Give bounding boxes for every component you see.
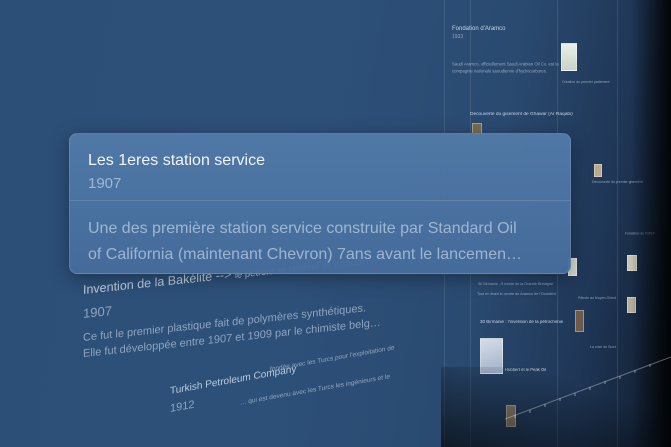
popup-description-line-2: of California (maintenant Chevron) 7ans … (88, 246, 523, 263)
bg-event-text: Saudi Aramco, officiellement Saudi Arabi… (452, 62, 559, 68)
turkish-petroleum-card[interactable]: Turkish Petroleum Company 1912 fondée av… (170, 344, 394, 415)
bg-event-title[interactable]: Fondation d'Aramco (452, 26, 506, 32)
timeline-axis[interactable] (505, 327, 671, 447)
bg-event-text: Pétrole au Moyen-Orient (578, 296, 617, 301)
bg-event-title[interactable]: 40 Birmanie - Il existe de la Grande Bre… (478, 282, 553, 287)
popup-description: Une des première station service constru… (88, 216, 558, 268)
popup-description-line-1: Une des première station service constru… (88, 220, 517, 237)
popup-year: 1907 (88, 175, 122, 192)
bg-event-text: Tout en étant le centre de Aramco de l'O… (477, 292, 556, 297)
bg-event-title[interactable]: 30 Birmanie : l'invention de la pétrochi… (480, 320, 563, 325)
timeline-stage: Fondation d'Aramco 1933 Saudi Aramco, of… (0, 0, 671, 447)
event-thumbnail (594, 164, 602, 177)
bg-event-year: 1933 (452, 34, 464, 40)
event-thumbnail (561, 43, 577, 71)
bg-event-title[interactable]: Découverte du gisement de Ghawar (Ar Raq… (470, 112, 573, 117)
event-detail-popup[interactable]: Les 1eres station service 1907 Une des p… (69, 133, 571, 274)
bg-event-text: compagnie nationale saoudienne d'hydroca… (452, 69, 548, 75)
popup-title: Les 1eres station service (88, 152, 265, 169)
axis-line (505, 356, 671, 420)
bg-event-text: Création du premier parlement (562, 80, 610, 85)
popup-divider (70, 200, 570, 201)
turkish-snippet-1: fondée avec les Turcs pour l'exploitatio… (270, 344, 395, 374)
